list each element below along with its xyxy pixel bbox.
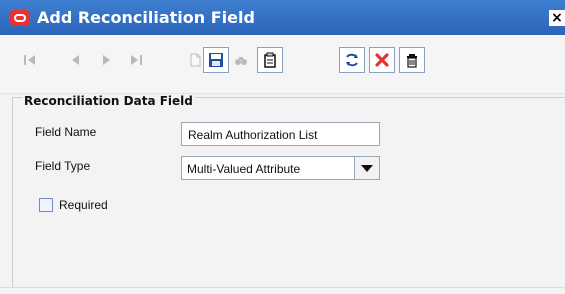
oracle-logo-icon [10, 10, 30, 26]
delete-button[interactable] [399, 47, 425, 73]
toolbar [0, 35, 565, 94]
next-icon [103, 55, 110, 65]
window-title: Add Reconciliation Field [37, 8, 255, 27]
next-record-button[interactable] [93, 47, 119, 73]
group-title: Reconciliation Data Field [22, 94, 195, 108]
clipboard-icon [264, 52, 276, 68]
query-button[interactable] [228, 47, 254, 73]
field-type-value: Multi-Valued Attribute [187, 162, 301, 176]
first-record-button[interactable] [17, 47, 43, 73]
clear-button[interactable] [257, 47, 283, 73]
field-type-label: Field Type [35, 159, 91, 173]
add-reconciliation-field-window: Add Reconciliation Field × Reconciliatio… [0, 0, 565, 294]
field-name-value: Realm Authorization List [188, 128, 318, 142]
refresh-icon [346, 53, 358, 67]
refresh-button[interactable] [339, 47, 365, 73]
field-name-input[interactable]: Realm Authorization List [181, 122, 380, 146]
required-label: Required [59, 198, 108, 212]
field-name-label: Field Name [35, 125, 97, 139]
close-window-button[interactable]: × [549, 10, 565, 26]
required-checkbox[interactable] [39, 198, 53, 212]
new-document-icon [190, 53, 201, 67]
title-bar[interactable]: Add Reconciliation Field × [0, 0, 565, 35]
trash-icon [407, 54, 417, 68]
red-x-icon [375, 53, 389, 67]
bottom-divider [0, 287, 565, 288]
previous-icon [72, 55, 79, 65]
field-type-select[interactable]: Multi-Valued Attribute [181, 156, 380, 180]
first-icon [24, 55, 35, 65]
chevron-down-icon[interactable] [354, 157, 379, 179]
last-record-button[interactable] [123, 47, 149, 73]
binoculars-icon [235, 57, 247, 65]
cancel-button[interactable] [369, 47, 395, 73]
previous-record-button[interactable] [63, 47, 89, 73]
save-icon [209, 53, 223, 67]
save-button[interactable] [203, 47, 229, 73]
last-icon [131, 55, 142, 65]
